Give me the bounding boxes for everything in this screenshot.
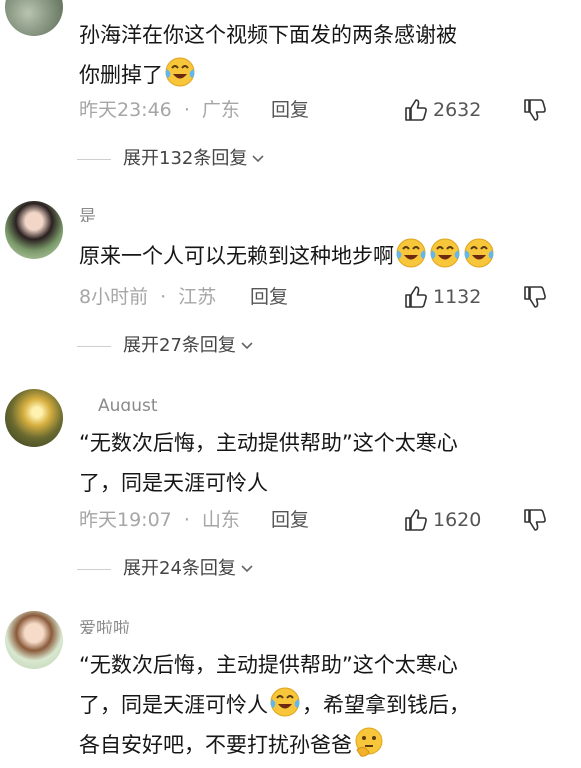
- reply-button[interactable]: 回复: [250, 284, 288, 310]
- tears-of-joy-emoji: [269, 686, 301, 718]
- comment-meta: 昨天23:46 · 广东: [79, 97, 240, 123]
- divider: [77, 345, 111, 347]
- like-button[interactable]: 1132: [403, 284, 481, 310]
- thumbs-up-icon: [403, 284, 429, 310]
- meta-separator: ·: [183, 99, 190, 121]
- comment-meta: 昨天19:07 · 山东: [79, 507, 240, 533]
- username[interactable]: August: [98, 397, 158, 411]
- username[interactable]: 是: [79, 208, 96, 222]
- like-count: 1132: [433, 286, 482, 308]
- expand-replies[interactable]: 展开132条回复: [77, 146, 265, 172]
- expand-replies[interactable]: 展开27条回复: [77, 333, 254, 359]
- divider: [77, 158, 111, 160]
- comment-location: 广东: [201, 99, 240, 121]
- thumbs-up-icon: [403, 97, 429, 123]
- chevron-down-icon: [251, 152, 265, 166]
- comment-text: 孙海洋在你这个视频下面发的两条感谢被 你删掉了: [79, 23, 457, 88]
- reply-button[interactable]: 回复: [271, 97, 309, 123]
- comment-time: 昨天23:46: [79, 99, 172, 121]
- tears-of-joy-emoji: [395, 237, 427, 269]
- comment-location: 山东: [201, 509, 240, 531]
- avatar[interactable]: [5, 0, 63, 36]
- meta-separator: ·: [183, 509, 190, 531]
- chevron-down-icon: [240, 339, 254, 353]
- chevron-down-icon: [240, 562, 254, 576]
- like-button[interactable]: 2632: [403, 97, 481, 123]
- avatar[interactable]: [5, 611, 63, 669]
- comment-text: “无数次后悔，主动提供帮助”这个太寒心 了，同是天涯可怜人: [79, 431, 458, 495]
- expand-replies[interactable]: 展开24条回复: [77, 556, 254, 582]
- reply-button[interactable]: 回复: [271, 507, 309, 533]
- divider: [77, 568, 111, 570]
- meta-separator: ·: [160, 286, 167, 308]
- avatar[interactable]: [5, 201, 63, 259]
- tears-of-joy-emoji: [463, 237, 495, 269]
- like-button[interactable]: 1620: [403, 507, 481, 533]
- comment-meta: 8小时前 · 江苏: [79, 284, 216, 310]
- comment-time: 昨天19:07: [79, 509, 172, 531]
- like-count: 1620: [433, 509, 482, 531]
- username[interactable]: 爱啦啦: [79, 620, 130, 634]
- like-count: 2632: [433, 99, 482, 121]
- tears-of-joy-emoji: [429, 237, 461, 269]
- comment-text: “无数次后悔，主动提供帮助”这个太寒心 了，同是天涯可怜人 ，希望拿到钱后， 各自…: [79, 653, 470, 758]
- avatar[interactable]: [5, 389, 63, 447]
- comment-location: 江苏: [178, 286, 217, 308]
- comment-text: 原来一个人可以无赖到这种地步啊: [79, 236, 559, 276]
- thinking-emoji: [353, 726, 385, 758]
- thumbs-down-icon[interactable]: [522, 284, 548, 310]
- comment-time: 8小时前: [79, 286, 149, 308]
- thumbs-up-icon: [403, 507, 429, 533]
- tears-of-joy-emoji: [164, 56, 196, 88]
- thumbs-down-icon[interactable]: [522, 97, 548, 123]
- thumbs-down-icon[interactable]: [522, 507, 548, 533]
